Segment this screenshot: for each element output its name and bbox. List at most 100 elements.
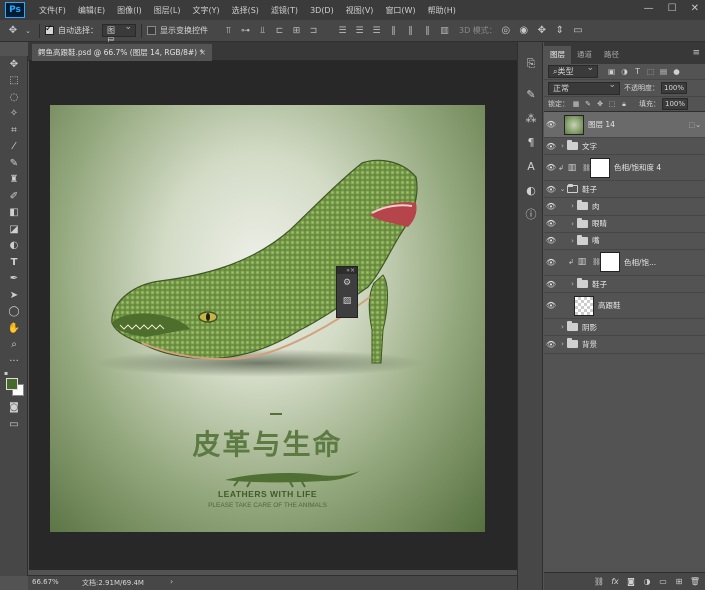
- close-button[interactable]: ✕: [691, 3, 699, 14]
- layer-row[interactable]: 👁︎ › 眼睛: [544, 216, 705, 233]
- layer-row[interactable]: 👁︎ › 嘴: [544, 233, 705, 250]
- expand-chevron-icon[interactable]: ›: [558, 340, 567, 348]
- show-transform-checkbox[interactable]: [147, 26, 156, 35]
- lock-pixels-icon[interactable]: ✎: [583, 99, 593, 109]
- menu-help[interactable]: 帮助(H): [422, 5, 462, 16]
- history-icon[interactable]: ⎘: [518, 52, 544, 76]
- menu-filter[interactable]: 滤镜(T): [265, 5, 304, 16]
- visibility-eye-icon[interactable]: 👁︎: [544, 163, 558, 172]
- move-tool[interactable]: ✥: [0, 56, 28, 73]
- visibility-eye-icon[interactable]: 👁︎: [544, 236, 558, 245]
- visibility-eye-icon[interactable]: 👁︎: [544, 120, 558, 129]
- expand-chevron-icon[interactable]: ›: [568, 220, 577, 228]
- auto-align-icon[interactable]: ▥: [438, 25, 451, 37]
- lasso-tool[interactable]: ◌: [0, 89, 28, 106]
- zoom-level[interactable]: 66.67%: [32, 578, 59, 586]
- marquee-tool[interactable]: ⬚: [0, 73, 28, 90]
- add-mask-icon[interactable]: ◙: [625, 577, 637, 586]
- 3d-scale-icon[interactable]: ▭: [571, 24, 585, 38]
- layer-style-icon[interactable]: fx: [609, 577, 621, 586]
- menu-select[interactable]: 选择(S): [226, 5, 265, 16]
- lock-all-icon[interactable]: 🔒︎: [619, 99, 629, 109]
- blend-mode-dropdown[interactable]: 正常: [548, 80, 620, 95]
- dodge-tool[interactable]: ◐: [0, 238, 28, 255]
- screen-mode-icon[interactable]: ▭: [0, 416, 28, 433]
- lock-transparent-icon[interactable]: ▦: [571, 99, 581, 109]
- align-bottom-icon[interactable]: ⫫: [256, 25, 269, 37]
- visibility-eye-icon[interactable]: 👁︎: [544, 301, 558, 310]
- new-layer-icon[interactable]: ⊞: [673, 577, 685, 586]
- layer-row[interactable]: 👁︎ › 肉: [544, 198, 705, 216]
- auto-select-checkbox[interactable]: [45, 24, 54, 35]
- pen-tool[interactable]: ✒: [0, 271, 28, 288]
- panel-menu-icon[interactable]: ≡: [692, 48, 700, 58]
- menu-image[interactable]: 图像(I): [111, 5, 148, 16]
- new-adjustment-icon[interactable]: ◑: [641, 577, 653, 586]
- menu-type[interactable]: 文字(Y): [186, 5, 225, 16]
- character-icon[interactable]: A: [518, 154, 544, 178]
- menu-file[interactable]: 文件(F): [33, 5, 72, 16]
- eraser-tool[interactable]: ◧: [0, 205, 28, 222]
- eyedropper-tool[interactable]: ⁄: [0, 139, 28, 156]
- document-tab[interactable]: 鳄鱼高跟鞋.psd @ 66.7% (图层 14, RGB/8#) * ×: [32, 44, 212, 61]
- tab-channels[interactable]: 通道: [571, 46, 598, 64]
- menu-view[interactable]: 视图(V): [340, 5, 380, 16]
- filter-smart-object-icon[interactable]: ▤: [658, 66, 669, 77]
- move-tool-icon[interactable]: ✥: [6, 24, 20, 38]
- type-tool[interactable]: T: [0, 254, 28, 271]
- lock-position-icon[interactable]: ✥: [595, 99, 605, 109]
- tab-paths[interactable]: 路径: [598, 46, 625, 64]
- filter-pixel-icon[interactable]: ▣: [606, 66, 617, 77]
- expand-chevron-icon[interactable]: ›: [568, 202, 577, 210]
- menu-edit[interactable]: 编辑(E): [72, 5, 111, 16]
- collapse-chevron-icon[interactable]: ⌄: [558, 185, 567, 193]
- properties-icon[interactable]: ⚙: [337, 274, 357, 292]
- menu-layer[interactable]: 图层(L): [148, 5, 187, 16]
- path-selection-tool[interactable]: ➤: [0, 287, 28, 304]
- 3d-roll-icon[interactable]: ◉: [517, 24, 531, 38]
- filter-adjustment-icon[interactable]: ◑: [619, 66, 630, 77]
- layer-row[interactable]: 👁︎ 高跟鞋: [544, 293, 705, 320]
- filter-shape-icon[interactable]: ⬚: [645, 66, 656, 77]
- link-icon[interactable]: ⛓: [592, 258, 601, 266]
- lock-artboard-icon[interactable]: ⬚: [607, 99, 617, 109]
- menu-3d[interactable]: 3D(D): [304, 6, 340, 15]
- crop-tool[interactable]: ⌗: [0, 122, 28, 139]
- document-close-button[interactable]: ×: [199, 44, 206, 61]
- new-group-icon[interactable]: ▭: [657, 577, 669, 586]
- visibility-eye-icon[interactable]: 👁︎: [544, 280, 558, 289]
- minimize-button[interactable]: —: [644, 3, 654, 14]
- auto-select-target-dropdown[interactable]: 图层: [102, 22, 136, 46]
- distribute-vcenter-icon[interactable]: ☰: [353, 25, 366, 37]
- expand-chevron-icon[interactable]: ›: [558, 142, 567, 150]
- canvas-area[interactable]: 皮革与生命 LEATHERS WITH LIFE PLEASE TAKE CAR…: [29, 61, 517, 570]
- distribute-right-icon[interactable]: ‖: [421, 25, 434, 37]
- expand-chevron-icon[interactable]: ›: [568, 280, 577, 288]
- brush-tool[interactable]: ✎: [0, 155, 28, 172]
- visibility-eye-icon[interactable]: 👁︎: [544, 340, 558, 349]
- delete-layer-icon[interactable]: 🗑︎: [689, 577, 701, 586]
- distribute-hcenter-icon[interactable]: ‖: [404, 25, 417, 37]
- layer-row[interactable]: 👁︎ › 阴影: [544, 319, 705, 337]
- visibility-eye-icon[interactable]: 👁︎: [544, 219, 558, 228]
- artwork-canvas[interactable]: 皮革与生命 LEATHERS WITH LIFE PLEASE TAKE CAR…: [50, 105, 485, 532]
- hand-tool[interactable]: ✋: [0, 320, 28, 337]
- foreground-color-swatch[interactable]: [6, 377, 18, 390]
- visibility-eye-icon[interactable]: 👁︎: [544, 142, 558, 151]
- clone-stamp-tool[interactable]: ♜: [0, 172, 28, 189]
- info-icon[interactable]: ⓘ: [518, 202, 544, 226]
- filter-toggle-icon[interactable]: ●: [671, 66, 682, 77]
- align-left-icon[interactable]: ⊏: [273, 25, 286, 37]
- visibility-eye-icon[interactable]: 👁︎: [544, 258, 558, 267]
- visibility-eye-icon[interactable]: 👁︎: [544, 185, 558, 194]
- visibility-eye-icon[interactable]: 👁︎: [544, 202, 558, 211]
- history-brush-tool[interactable]: ✐: [0, 188, 28, 205]
- tab-layers[interactable]: 图层: [544, 46, 571, 64]
- paint-bucket-tool[interactable]: ◪: [0, 221, 28, 238]
- default-colors-icon[interactable]: ▪: [4, 370, 10, 377]
- expand-chevron-icon[interactable]: ›: [558, 323, 567, 331]
- layer-row[interactable]: 👁︎ ↲ ▥ ⛓ 色相/饱和度 4: [544, 155, 705, 182]
- color-icon[interactable]: ◐: [518, 178, 544, 202]
- link-layers-icon[interactable]: ⛓: [593, 577, 605, 586]
- distribute-left-icon[interactable]: ‖: [387, 25, 400, 37]
